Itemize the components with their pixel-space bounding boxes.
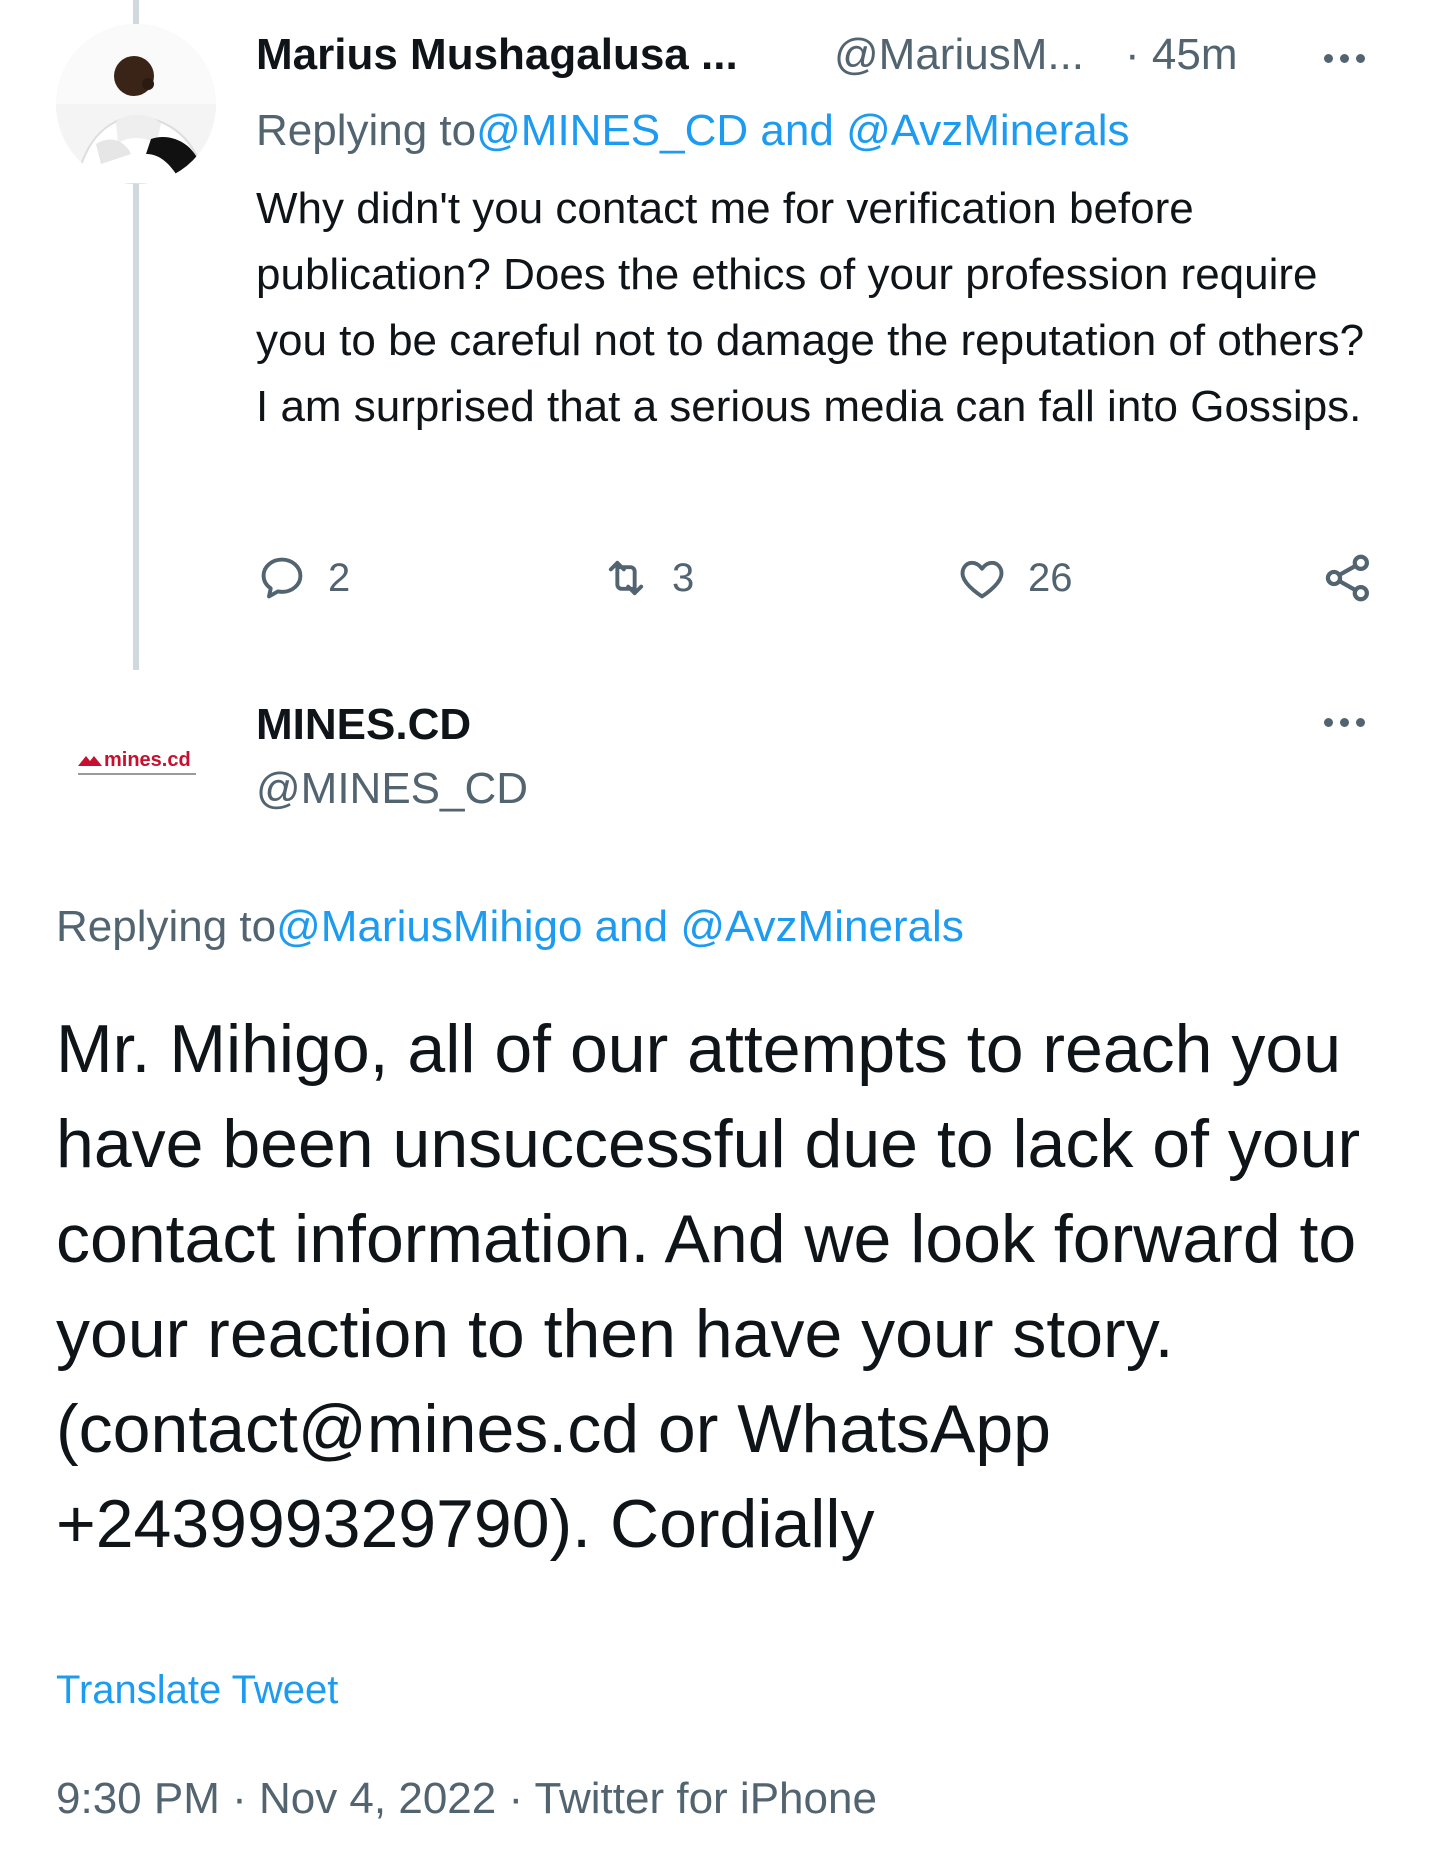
author-handle[interactable]: @MariusM... xyxy=(834,30,1084,80)
retweet-button[interactable]: 3 xyxy=(600,548,694,608)
mention-link[interactable]: @AvzMinerals xyxy=(680,902,964,951)
replying-and: and xyxy=(582,902,681,951)
avatar[interactable]: mines.cd xyxy=(56,690,216,850)
share-icon xyxy=(1325,554,1369,602)
like-button[interactable]: 26 xyxy=(956,548,1073,608)
mention-link[interactable]: @AvzMinerals xyxy=(846,106,1130,155)
translate-tweet-link[interactable]: Translate Tweet xyxy=(56,1668,338,1713)
replying-prefix: Replying to xyxy=(256,106,477,155)
tweet-metadata: 9:30 PM · Nov 4, 2022 · Twitter for iPho… xyxy=(56,1774,877,1823)
retweet-icon xyxy=(608,560,644,596)
replying-prefix: Replying to xyxy=(56,902,277,951)
reply-icon xyxy=(261,557,303,599)
like-count: 26 xyxy=(1028,555,1073,600)
more-icon[interactable] xyxy=(1316,702,1372,742)
mines-cd-logo: mines.cd xyxy=(56,690,216,850)
mention-link[interactable]: @MariusMihigo xyxy=(276,902,582,951)
replying-to: Replying to@MINES_CD and @AvzMinerals xyxy=(256,106,1130,156)
share-button[interactable] xyxy=(1320,548,1376,608)
timestamp[interactable]: · 45m xyxy=(1125,30,1237,80)
more-icon[interactable] xyxy=(1316,38,1372,78)
tweet-text: Why didn't you contact me for verificati… xyxy=(256,184,1365,431)
replying-and: and xyxy=(748,106,847,155)
author-name[interactable]: Marius Mushagalusa ... xyxy=(256,30,738,80)
avatar[interactable] xyxy=(56,24,216,184)
retweet-count: 3 xyxy=(672,555,695,600)
profile-photo xyxy=(56,24,216,184)
like-icon xyxy=(960,560,1004,599)
reply-count: 2 xyxy=(328,555,351,600)
mention-link[interactable]: @MINES_CD xyxy=(476,106,748,155)
tweet-text: Mr. Mihigo, all of our attempts to reach… xyxy=(56,1011,1361,1562)
author-name[interactable]: MINES.CD xyxy=(256,700,471,750)
logo-text: mines.cd xyxy=(104,749,191,771)
reply-button[interactable]: 2 xyxy=(256,548,350,608)
replying-to: Replying to@MariusMihigo and @AvzMineral… xyxy=(56,902,964,952)
author-handle[interactable]: @MINES_CD xyxy=(256,764,528,814)
